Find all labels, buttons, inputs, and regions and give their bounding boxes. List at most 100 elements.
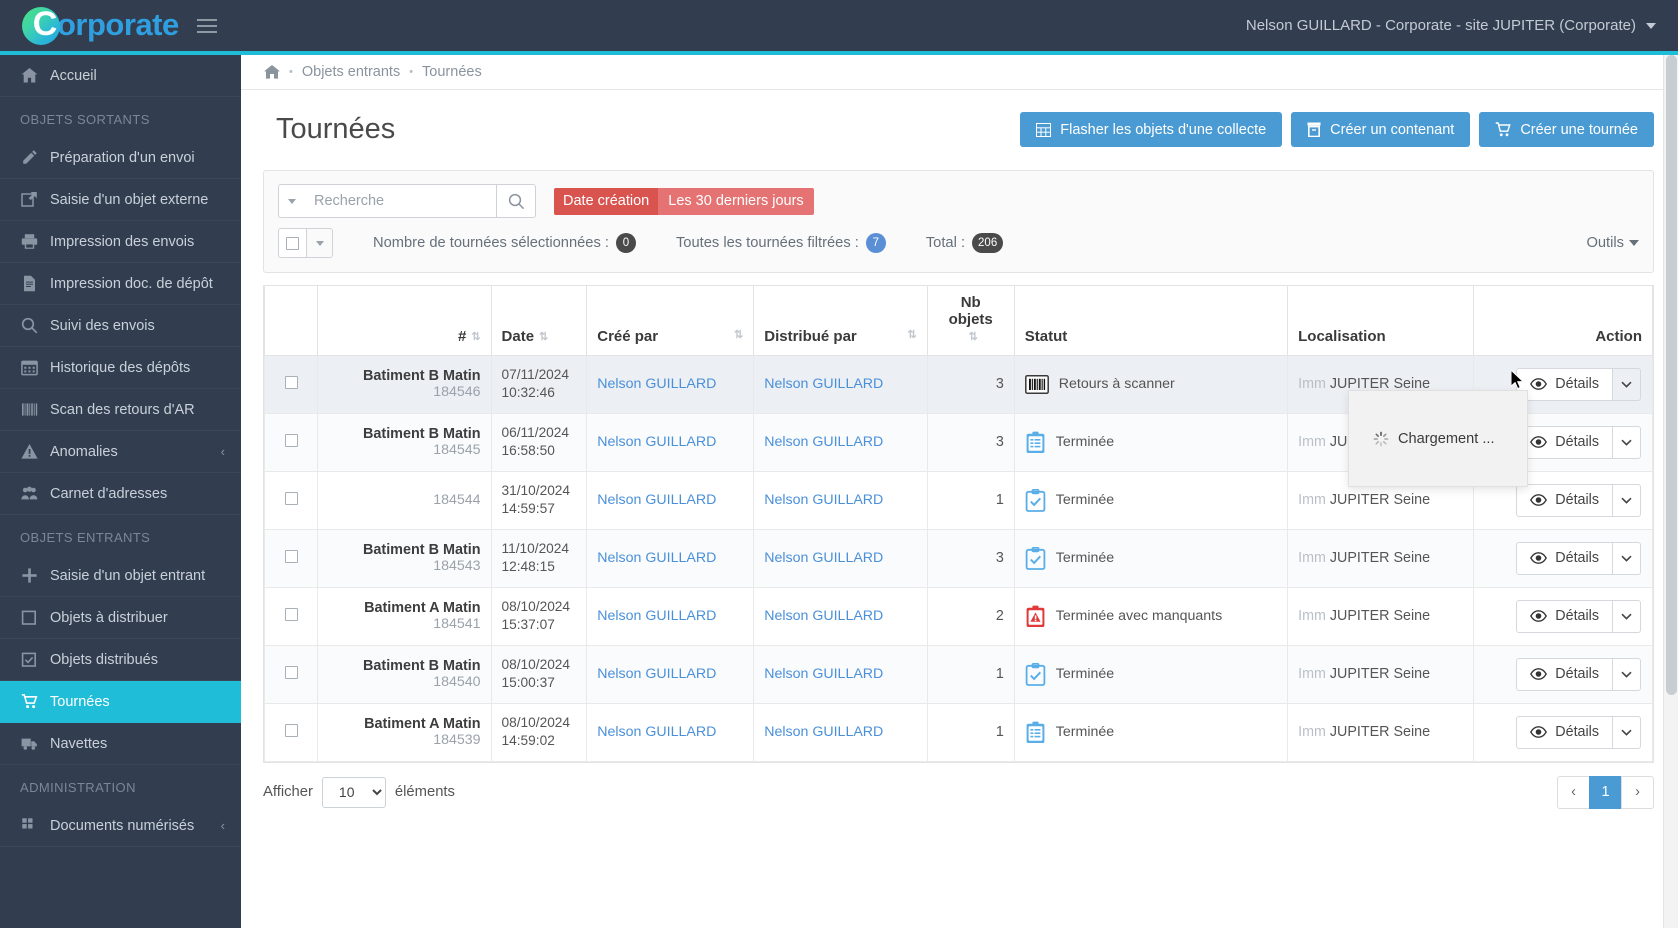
th-date[interactable]: Date ⇅	[490, 285, 588, 356]
row-name: Batiment B Matin	[363, 658, 481, 675]
outils-dropdown[interactable]: Outils	[1586, 235, 1639, 251]
th-nb-objets[interactable]: Nb objets⇅	[926, 285, 1015, 356]
th-id[interactable]: # ⇅	[317, 285, 492, 356]
sidebar-item-carnet-d-adresses[interactable]: Carnet d'adresses	[0, 473, 241, 515]
page-scrollbar[interactable]	[1663, 55, 1678, 928]
search-input[interactable]	[304, 184, 496, 218]
pagination-page-1[interactable]: 1	[1589, 775, 1622, 809]
sidebar-item-objets-distribu-s[interactable]: Objets distribués	[0, 639, 241, 681]
status-label: Terminée	[1055, 666, 1115, 683]
details-dropdown-toggle[interactable]	[1613, 599, 1641, 633]
scrollbar-thumb[interactable]	[1666, 55, 1677, 695]
date-filter-tag[interactable]: Date création Les 30 derniers jours	[554, 187, 814, 215]
details-dropdown-toggle[interactable]	[1613, 483, 1641, 517]
row-date-cell: 06/11/2024 16:58:50	[490, 412, 588, 472]
row-name: Batiment B Matin	[363, 426, 481, 443]
row-checkbox[interactable]	[284, 723, 298, 737]
row-checkbox[interactable]	[284, 549, 298, 563]
user-menu[interactable]: Nelson GUILLARD - Corporate - site JUPIT…	[1246, 17, 1656, 34]
details-dropdown-toggle[interactable]	[1613, 541, 1641, 575]
sidebar-item-impression-doc-de-d-p-t[interactable]: Impression doc. de dépôt	[0, 263, 241, 305]
details-dropdown-toggle[interactable]	[1613, 715, 1641, 749]
table-row[interactable]: Batiment A Matin 184539 08/10/2024 14:59:02…	[263, 702, 1653, 762]
details-button[interactable]: Détails	[1516, 599, 1613, 633]
sidebar-item-accueil[interactable]: Accueil	[0, 55, 241, 97]
logo[interactable]: C orporate	[22, 6, 179, 45]
row-checkbox[interactable]	[284, 433, 298, 447]
sort-icon: ⇅	[734, 329, 744, 341]
details-dropdown-toggle[interactable]	[1613, 367, 1641, 401]
details-button[interactable]: Détails	[1516, 657, 1613, 691]
creer-tournee-button[interactable]: Créer une tournée	[1479, 112, 1654, 147]
row-checkbox[interactable]	[284, 665, 298, 679]
sidebar-item-navettes[interactable]: Navettes	[0, 723, 241, 765]
details-dropdown-toggle[interactable]	[1613, 425, 1641, 459]
creer-contenant-button[interactable]: Créer un contenant	[1291, 112, 1471, 147]
printer-icon	[20, 233, 38, 250]
breadcrumb-item-objets-entrants[interactable]: Objets entrants	[302, 64, 400, 80]
created-by-link[interactable]: Nelson GUILLARD	[597, 724, 716, 740]
search-scope-dropdown[interactable]	[278, 184, 304, 218]
action-dropdown-menu[interactable]: Chargement ...	[1348, 390, 1528, 487]
sidebar-item-objets-distribuer[interactable]: Objets à distribuer	[0, 597, 241, 639]
th-created-by[interactable]: Créé par ⇅	[586, 285, 755, 356]
row-checkbox[interactable]	[284, 491, 298, 505]
row-action-cell: Détails	[1473, 586, 1653, 646]
distributed-by-link[interactable]: Nelson GUILLARD	[764, 376, 883, 392]
row-checkbox[interactable]	[284, 607, 298, 621]
details-button[interactable]: Détails	[1516, 541, 1613, 575]
distributed-by-link[interactable]: Nelson GUILLARD	[764, 550, 883, 566]
created-by-link[interactable]: Nelson GUILLARD	[597, 434, 716, 450]
sort-icon: ⇅	[539, 331, 549, 343]
table-row[interactable]: Batiment B Matin 184543 11/10/2024 12:48:15…	[263, 528, 1653, 588]
sidebar-item-documents-num-ris-s[interactable]: Documents numérisés ‹	[0, 805, 241, 847]
grid-icon	[20, 817, 38, 834]
created-by-link[interactable]: Nelson GUILLARD	[597, 550, 716, 566]
row-localisation-cell: Imm JUPITER Seine	[1287, 528, 1475, 588]
sidebar-item-saisie-d-un-objet-entrant[interactable]: Saisie d'un objet entrant	[0, 555, 241, 597]
sidebar-item-anomalies[interactable]: Anomalies ‹	[0, 431, 241, 473]
created-by-link[interactable]: Nelson GUILLARD	[597, 376, 716, 392]
row-distributed-by-cell: Nelson GUILLARD	[753, 702, 928, 762]
pagination-next[interactable]: ›	[1621, 775, 1654, 809]
row-distributed-by-cell: Nelson GUILLARD	[753, 528, 928, 588]
distributed-by-link[interactable]: Nelson GUILLARD	[764, 434, 883, 450]
th-distributed-by[interactable]: Distribué par ⇅	[753, 285, 928, 356]
select-all-checkbox[interactable]	[278, 228, 307, 258]
breadcrumb-item-tournees[interactable]: Tournées	[422, 64, 482, 80]
table-row[interactable]: Batiment A Matin 184541 08/10/2024 15:37:07…	[263, 586, 1653, 646]
table-row[interactable]: Batiment B Matin 184540 08/10/2024 15:00:37…	[263, 644, 1653, 704]
row-checkbox-cell	[263, 586, 319, 646]
home-icon[interactable]	[264, 65, 280, 79]
details-button[interactable]: Détails	[1516, 425, 1613, 459]
details-button[interactable]: Détails	[1516, 483, 1613, 517]
row-checkbox-cell	[263, 528, 319, 588]
select-all-dropdown[interactable]	[307, 228, 333, 258]
hamburger-menu-icon[interactable]	[193, 15, 221, 37]
flasher-objets-collecte-button[interactable]: Flasher les objets d'une collecte	[1020, 112, 1283, 147]
sidebar-item-scan-des-retours-d-ar[interactable]: Scan des retours d'AR	[0, 389, 241, 431]
afficher-label: Afficher	[263, 784, 313, 801]
sidebar-item-tourn-es[interactable]: Tournées	[0, 681, 241, 723]
pagination-prev[interactable]: ‹	[1557, 775, 1590, 809]
page-size-select[interactable]: 102550100	[321, 776, 386, 808]
creer-contenant-label: Créer un contenant	[1330, 121, 1455, 138]
sidebar-item-saisie-d-un-objet-externe[interactable]: Saisie d'un objet externe	[0, 179, 241, 221]
details-dropdown-toggle[interactable]	[1613, 657, 1641, 691]
distributed-by-link[interactable]: Nelson GUILLARD	[764, 608, 883, 624]
distributed-by-link[interactable]: Nelson GUILLARD	[764, 492, 883, 508]
details-button[interactable]: Détails	[1516, 367, 1613, 401]
search-button[interactable]	[496, 184, 536, 218]
created-by-link[interactable]: Nelson GUILLARD	[597, 666, 716, 682]
sidebar-item-suivi-des-envois[interactable]: Suivi des envois	[0, 305, 241, 347]
created-by-link[interactable]: Nelson GUILLARD	[597, 608, 716, 624]
sidebar-item-pr-paration-d-un-envoi[interactable]: Préparation d'un envoi	[0, 137, 241, 179]
sidebar-item-historique-des-d-p-ts[interactable]: Historique des dépôts	[0, 347, 241, 389]
distributed-by-link[interactable]: Nelson GUILLARD	[764, 724, 883, 740]
details-button[interactable]: Détails	[1516, 715, 1613, 749]
sidebar-item-impression-des-envois[interactable]: Impression des envois	[0, 221, 241, 263]
created-by-link[interactable]: Nelson GUILLARD	[597, 492, 716, 508]
distributed-by-link[interactable]: Nelson GUILLARD	[764, 666, 883, 682]
row-distributed-by-cell: Nelson GUILLARD	[753, 644, 928, 704]
row-checkbox[interactable]	[284, 375, 298, 389]
